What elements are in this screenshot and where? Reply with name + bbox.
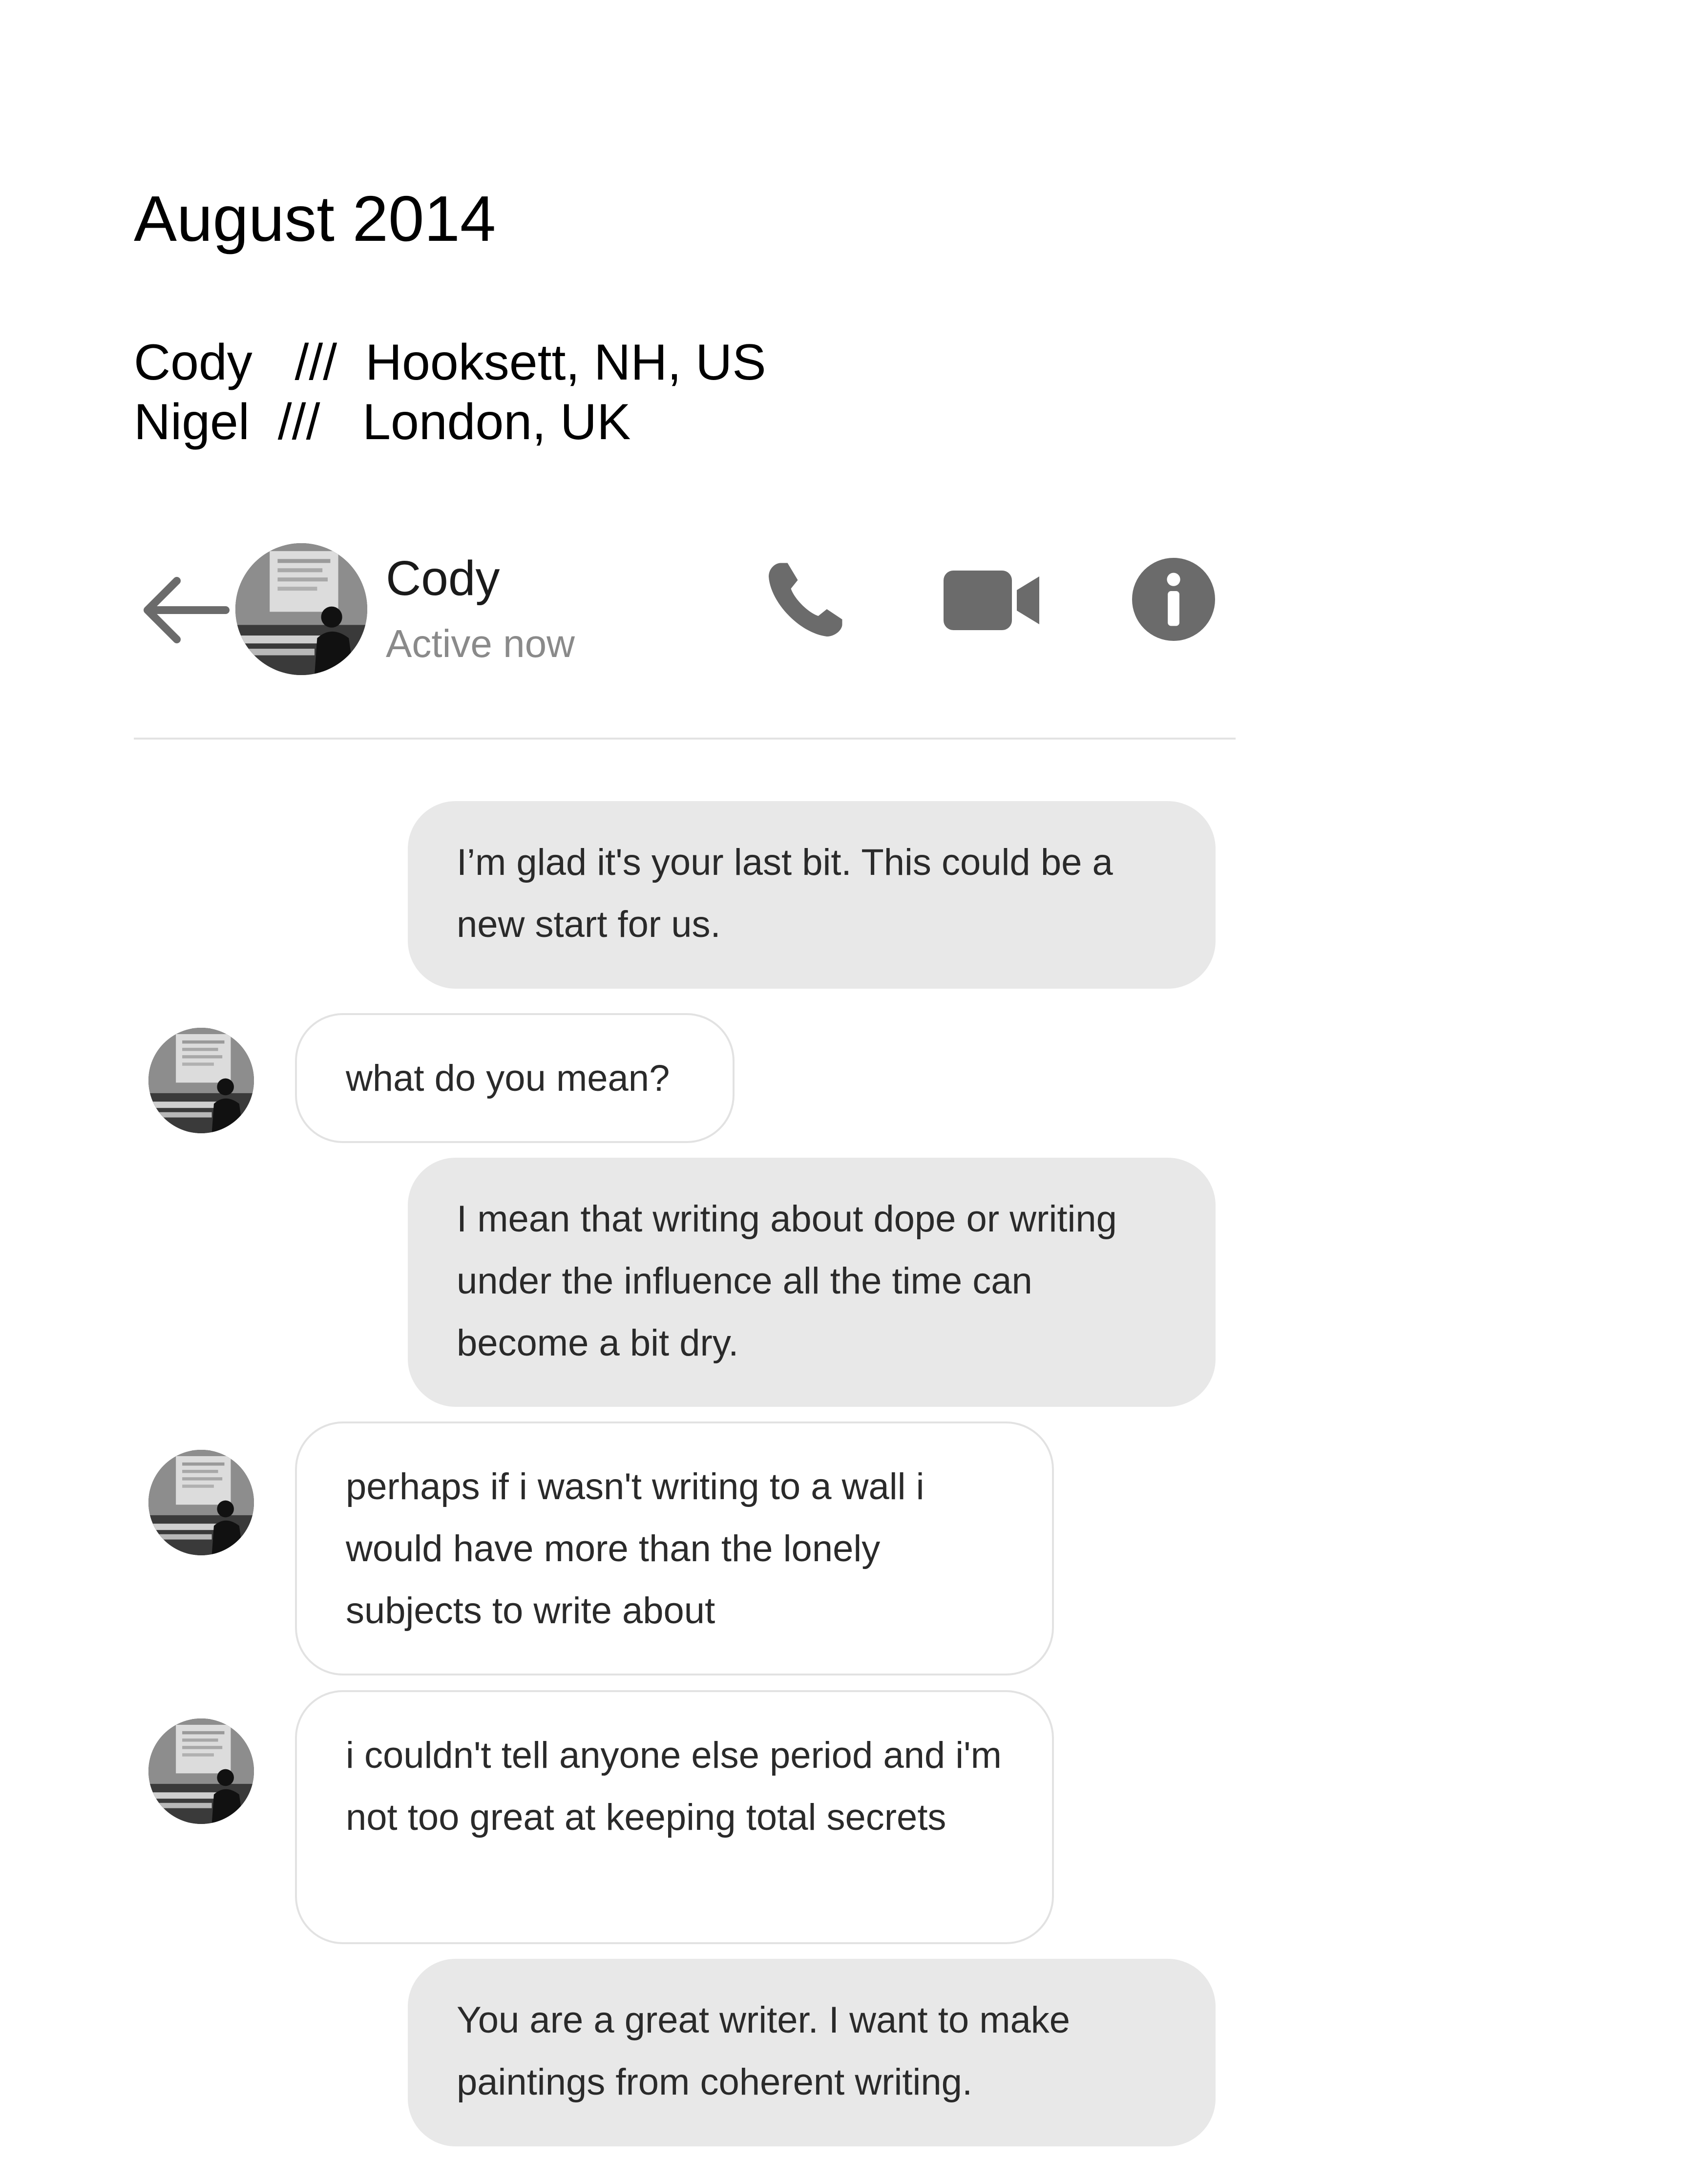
info-icon[interactable]	[1132, 558, 1215, 641]
contact-status: Active now	[386, 622, 575, 665]
page-title: August 2014	[134, 183, 496, 254]
location-line-nigel: Nigel /// London, UK	[134, 394, 631, 450]
message-received[interactable]: what do you mean?	[295, 1013, 735, 1143]
avatar[interactable]	[235, 543, 367, 675]
phone-icon[interactable]	[762, 558, 847, 643]
contact-name[interactable]: Cody	[386, 554, 500, 603]
message-received[interactable]: i couldn't tell anyone else period and i…	[295, 1690, 1054, 1944]
avatar[interactable]	[148, 1718, 254, 1824]
message-sent[interactable]: You are a great writer. I want to make p…	[408, 1959, 1216, 2146]
avatar[interactable]	[148, 1028, 254, 1133]
header-divider	[134, 738, 1236, 740]
message-sent[interactable]: I’m glad it's your last bit. This could …	[408, 801, 1216, 989]
message-sent[interactable]: I mean that writing about dope or writin…	[408, 1158, 1216, 1407]
video-camera-icon[interactable]	[944, 571, 1039, 630]
back-arrow-icon[interactable]	[138, 573, 231, 647]
avatar[interactable]	[148, 1450, 254, 1555]
location-line-cody: Cody /// Hooksett, NH, US	[134, 334, 766, 391]
message-received[interactable]: perhaps if i wasn't writing to a wall i …	[295, 1421, 1054, 1675]
